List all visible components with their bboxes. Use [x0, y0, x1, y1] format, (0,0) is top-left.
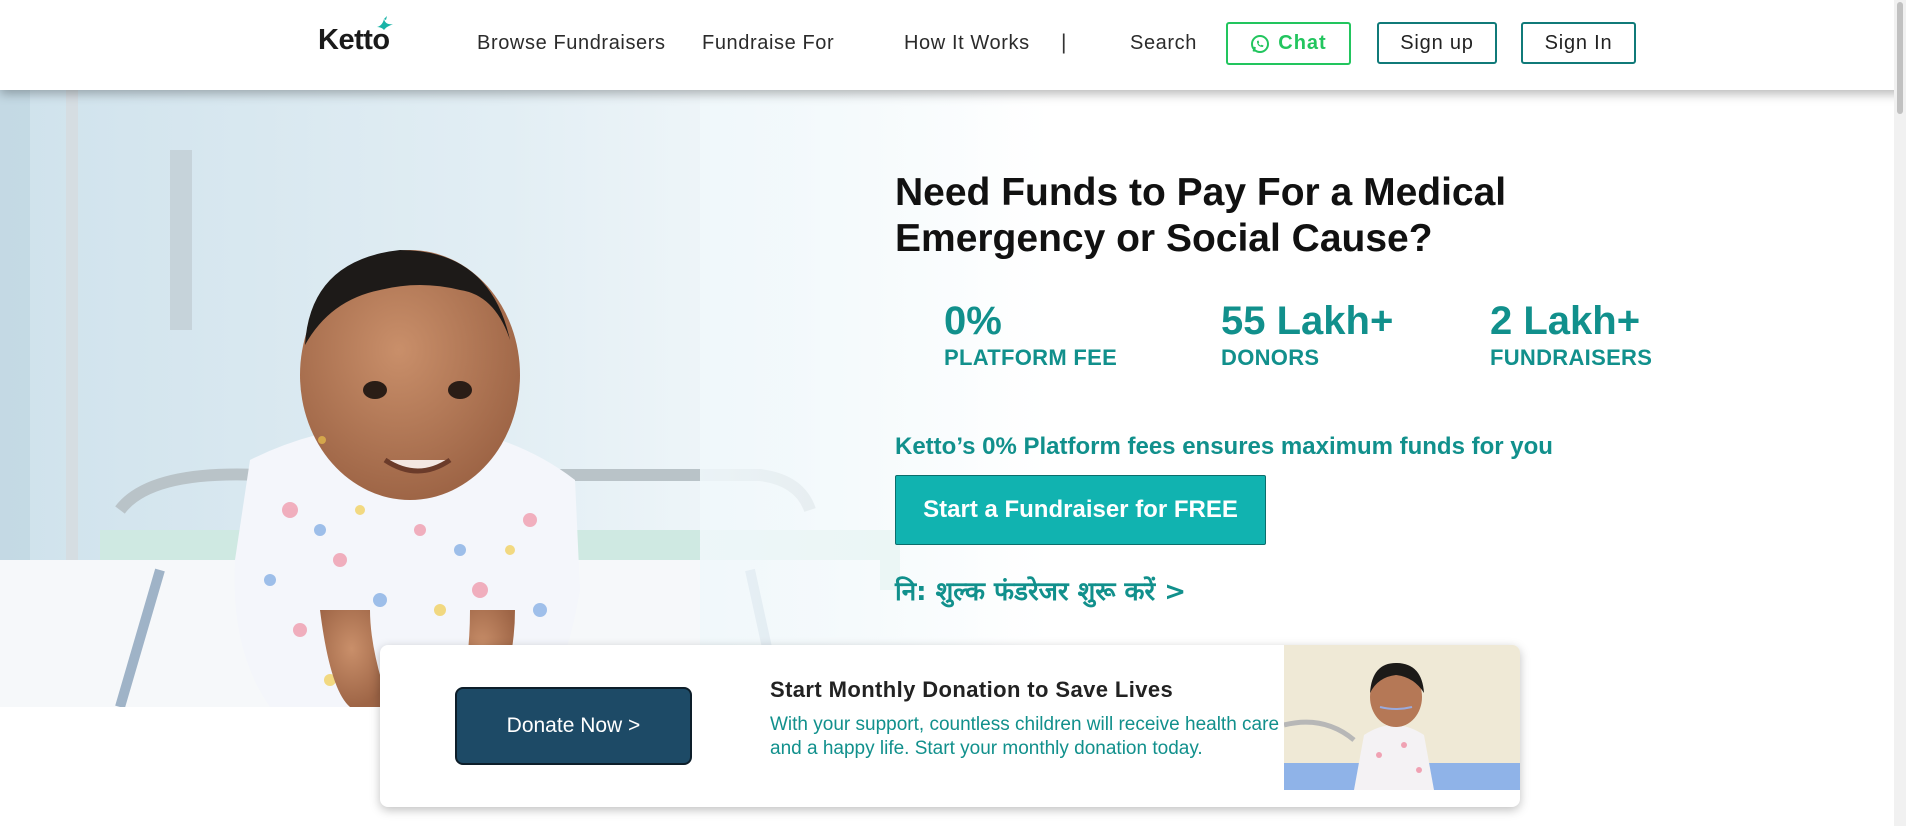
platform-fee-tagline: Ketto’s 0% Platform fees ensures maximum…: [895, 433, 1553, 460]
page-scrollbar[interactable]: [1894, 0, 1906, 826]
stat-value: 0%: [944, 299, 1002, 343]
child-patient-illustration: [1284, 645, 1520, 790]
nav-how-it-works[interactable]: How It Works: [904, 32, 1030, 55]
hero-title: Need Funds to Pay For a Medical Emergenc…: [895, 171, 1507, 260]
donate-now-button[interactable]: Donate Now >: [455, 687, 692, 765]
nav-separator: |: [1061, 31, 1067, 54]
start-fundraiser-button[interactable]: Start a Fundraiser for FREE: [895, 475, 1266, 545]
stat-value: 55 Lakh+: [1221, 299, 1394, 343]
donation-card-text: With your support, countless children wi…: [770, 714, 1280, 759]
nav-search[interactable]: Search: [1130, 32, 1197, 55]
stat-platform-fee: 0% PLATFORM FEE: [944, 297, 1117, 371]
chat-button[interactable]: Chat: [1226, 22, 1351, 65]
nav-fundraise-for[interactable]: Fundraise For: [702, 32, 834, 55]
start-fundraiser-label: Start a Fundraiser for FREE: [923, 496, 1238, 523]
stat-label: PLATFORM FEE: [944, 345, 1118, 370]
sign-up-label: Sign up: [1400, 31, 1474, 54]
scrollbar-thumb[interactable]: [1897, 2, 1903, 114]
nav-browse-fundraisers[interactable]: Browse Fundraisers: [477, 32, 666, 55]
stat-label: DONORS: [1221, 345, 1320, 370]
stat-label: FUNDRAISERS: [1490, 345, 1653, 370]
donate-now-label: Donate Now >: [506, 714, 641, 737]
monthly-donation-card: Donate Now > Start Monthly Donation to S…: [380, 645, 1520, 807]
sign-in-label: Sign In: [1544, 31, 1613, 54]
stat-value: 2 Lakh+: [1490, 299, 1641, 343]
sign-up-button[interactable]: Sign up: [1377, 22, 1497, 64]
hindi-fundraiser-link[interactable]: नि: शुल्क फंडरेजर शुरू करें >: [895, 572, 1186, 608]
whatsapp-icon: [1251, 34, 1270, 53]
bird-icon: [377, 16, 393, 30]
donation-card-title: Start Monthly Donation to Save Lives: [770, 677, 1174, 702]
sign-in-button[interactable]: Sign In: [1521, 22, 1636, 64]
chat-button-label: Chat: [1278, 32, 1327, 54]
top-navbar: Ketto Browse Fundraisers Fundraise For H…: [0, 0, 1906, 90]
stat-fundraisers: 2 Lakh+ FUNDRAISERS: [1490, 297, 1652, 371]
donation-card-image: [1284, 645, 1520, 790]
stat-donors: 55 Lakh+ DONORS: [1221, 297, 1393, 371]
